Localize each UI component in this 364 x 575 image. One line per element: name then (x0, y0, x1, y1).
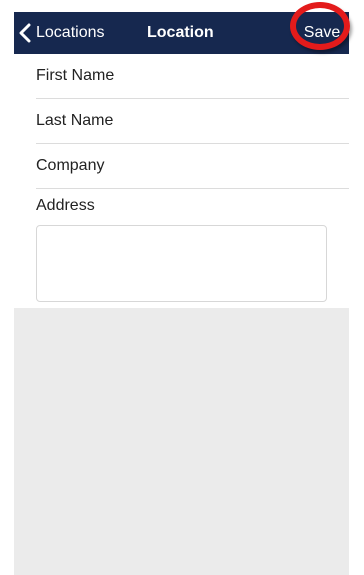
location-form (14, 54, 349, 189)
navigation-bar: Locations Location Save (14, 12, 349, 54)
last-name-row[interactable] (36, 99, 349, 144)
phone-screen: Locations Location Save Address (14, 12, 349, 575)
empty-content-area (14, 308, 349, 575)
page-title: Location (147, 24, 214, 41)
company-row[interactable] (36, 144, 349, 189)
last-name-field[interactable] (36, 99, 336, 143)
address-label: Address (36, 197, 95, 214)
chevron-left-icon (18, 23, 32, 43)
save-button[interactable]: Save (295, 12, 349, 54)
back-button[interactable]: Locations (18, 12, 105, 54)
company-field[interactable] (36, 144, 336, 188)
first-name-field[interactable] (36, 54, 336, 98)
address-field[interactable] (36, 225, 327, 302)
back-button-label: Locations (36, 24, 105, 41)
first-name-row[interactable] (36, 54, 349, 99)
